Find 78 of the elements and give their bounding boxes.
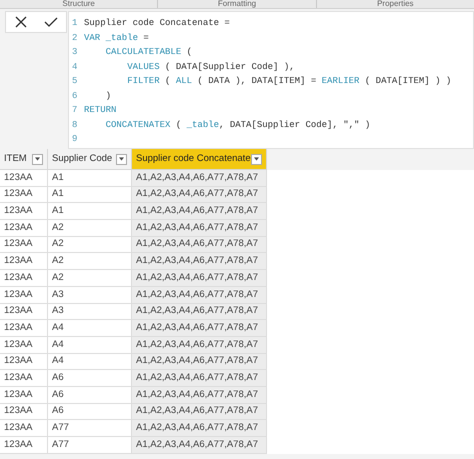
filter-dropdown-icon[interactable] (116, 154, 127, 164)
table-cell: 123AA (0, 236, 48, 254)
line-number: 2 (72, 32, 78, 44)
table-cell: A1,A2,A3,A4,A6,A77,A78,A7 (132, 386, 267, 404)
table-cell: A1,A2,A3,A4,A6,A77,A78,A7 (132, 370, 267, 387)
line-number: 8 (72, 118, 78, 132)
code-line: RETURN (84, 104, 116, 117)
table-cell: A1,A2,A3,A4,A6,A77,A78,A7 (132, 336, 267, 354)
table-cell: 123AA (0, 320, 48, 337)
line-number: 6 (72, 90, 78, 102)
table-cell: A4 (48, 354, 132, 370)
table-cell: A1,A2,A3,A4,A6,A77,A78,A7 (132, 404, 267, 420)
filter-dropdown-icon[interactable] (32, 154, 43, 164)
formula-editor[interactable] (68, 11, 474, 149)
table-cell: 123AA (0, 354, 48, 370)
ribbon-group-label: Structure (62, 0, 95, 8)
table-cell: 123AA (0, 270, 48, 287)
table-cell: A2 (48, 220, 132, 237)
table-cell: 123AA (0, 220, 48, 237)
table-cell: 123AA (0, 386, 48, 404)
line-number: 3 (72, 46, 78, 59)
table-cell: 123AA (0, 186, 48, 204)
table-cell: 123AA (0, 420, 48, 437)
table-cell: A1,A2,A3,A4,A6,A77,A78,A7 (132, 220, 267, 237)
table-cell: A77 (48, 420, 132, 437)
code-line: VALUES ( DATA[Supplier Code] ), (126, 60, 295, 74)
table-cell: A1,A2,A3,A4,A6,A77,A78,A7 (132, 203, 267, 220)
table-cell: A4 (48, 320, 132, 337)
cancel-icon[interactable] (14, 15, 28, 29)
table-cell: A6 (48, 386, 132, 404)
table-cell: A2 (48, 236, 132, 254)
table-cell: A1,A2,A3,A4,A6,A77,A78,A7 (132, 354, 267, 370)
table-cell: 123AA (0, 304, 48, 320)
table-cell: A1,A2,A3,A4,A6,A77,A78,A7 (132, 170, 267, 187)
table-cell: A6 (48, 370, 132, 387)
code-line: ) (104, 90, 112, 102)
table-cell: A1,A2,A3,A4,A6,A77,A78,A7 (132, 286, 267, 304)
table-cell: 123AA (0, 203, 48, 220)
table-cell: A1 (48, 186, 132, 204)
line-number: 4 (72, 60, 78, 74)
table-cell: A1,A2,A3,A4,A6,A77,A78,A7 (132, 304, 267, 320)
table-cell: A1,A2,A3,A4,A6,A77,A78,A7 (132, 320, 267, 337)
table-cell: A1,A2,A3,A4,A6,A77,A78,A7 (132, 236, 267, 254)
table-cell: A1,A2,A3,A4,A6,A77,A78,A7 (132, 186, 267, 204)
table-cell: A1,A2,A3,A4,A6,A77,A78,A7 (132, 253, 267, 270)
table-cell: A6 (48, 404, 132, 420)
table-cell: A1,A2,A3,A4,A6,A77,A78,A7 (132, 437, 267, 454)
table-cell: A1 (48, 203, 132, 220)
table-cell: A1,A2,A3,A4,A6,A77,A78,A7 (132, 420, 267, 437)
line-number: 5 (72, 75, 78, 88)
table-cell: 123AA (0, 170, 48, 187)
checkmark-icon[interactable] (44, 15, 58, 29)
table-cell: A3 (48, 286, 132, 304)
ribbon-group-label: Formatting (218, 0, 256, 8)
code-line: FILTER ( ALL ( DATA ), DATA[ITEM] = EARLIER ( DATA[ITEM] ) ) (126, 75, 452, 88)
column-header[interactable]: Supplier code Concatenate (132, 149, 267, 170)
table-cell: A1,A2,A3,A4,A6,A77,A78,A7 (132, 270, 267, 287)
table-cell: A77 (48, 437, 132, 454)
code-line: Supplier code Concatenate = (84, 17, 230, 30)
table-cell: A1 (48, 170, 132, 187)
code-line: VAR _table = (84, 32, 149, 44)
table-cell: A2 (48, 253, 132, 270)
code-line: CONCATENATEX ( _table, DATA[Supplier Code], "," ) (104, 118, 370, 132)
table-cell: A2 (48, 270, 132, 287)
line-number: 9 (72, 133, 78, 146)
table-cell: 123AA (0, 336, 48, 354)
table-cell: 123AA (0, 370, 48, 387)
line-number: 7 (72, 104, 78, 117)
table-cell: 123AA (0, 404, 48, 420)
ribbon-group-label: Properties (377, 0, 414, 8)
table-cell: 123AA (0, 286, 48, 304)
line-number: 1 (72, 17, 78, 30)
table-cell: A4 (48, 336, 132, 354)
code-line: CALCULATETABLE ( (104, 46, 192, 59)
filter-dropdown-icon[interactable] (251, 154, 262, 164)
table-cell: 123AA (0, 253, 48, 270)
table-cell: 123AA (0, 437, 48, 454)
table-cell: A3 (48, 304, 132, 320)
